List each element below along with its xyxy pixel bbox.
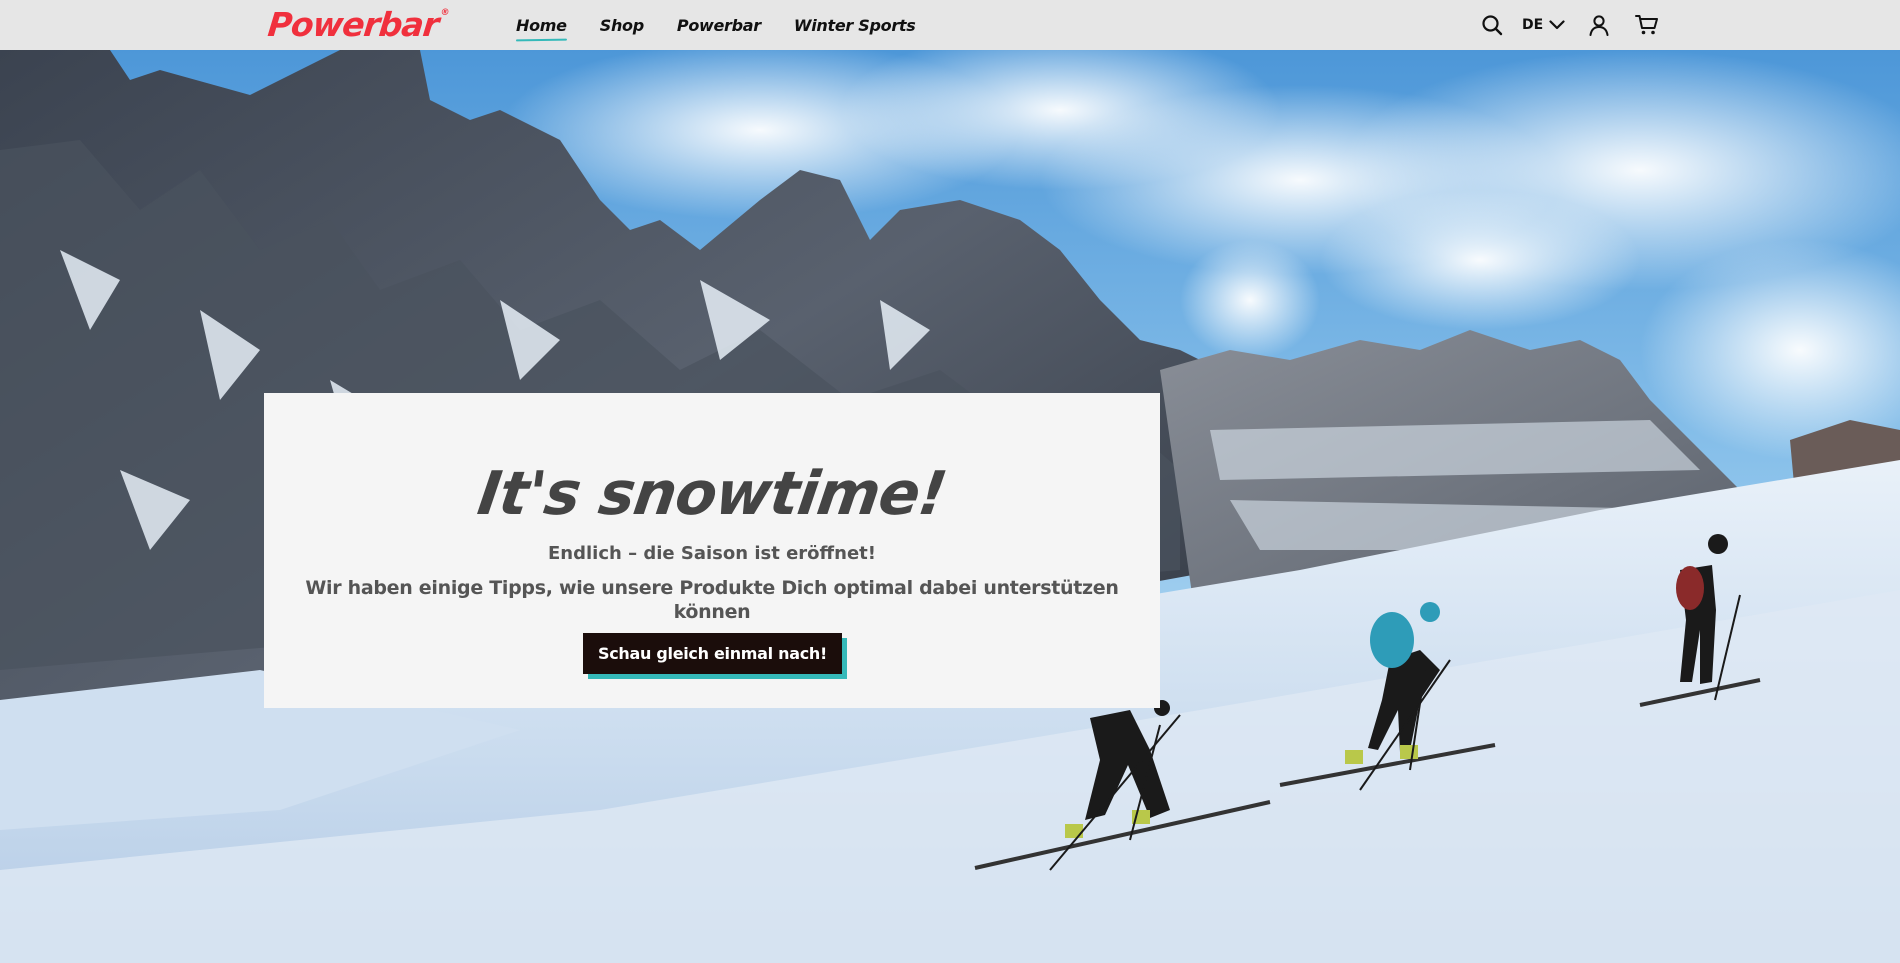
nav-item-home[interactable]: Home [516, 16, 567, 35]
nav-item-powerbar[interactable]: Powerbar [677, 16, 761, 35]
search-icon [1482, 15, 1503, 36]
powerbar-logo[interactable]: Powerbar ® [266, 5, 450, 44]
header-tools: DE [1470, 0, 1665, 50]
logo-text: Powerbar [266, 5, 441, 44]
registered-mark: ® [439, 8, 450, 18]
chevron-down-icon [1549, 20, 1565, 30]
user-icon [1589, 15, 1609, 36]
cta-wrapper: Schau gleich einmal nach! [583, 633, 851, 679]
language-label: DE [1522, 17, 1544, 33]
main-nav: Home Shop Powerbar Winter Sports [516, 0, 949, 50]
cta-button[interactable]: Schau gleich einmal nach! [583, 633, 842, 674]
hero-banner: It's snowtime! Endlich – die Saison ist … [0, 50, 1900, 963]
site-header: Powerbar ® Home Shop Powerbar Winter Spor… [0, 0, 1900, 50]
hero-description: Wir haben einige Tipps, wie unsere Produ… [305, 577, 1119, 623]
cart-icon [1635, 15, 1659, 35]
cart-button[interactable] [1629, 7, 1665, 43]
hero-subtitle: Endlich – die Saison ist eröffnet! [548, 543, 876, 564]
promo-card: It's snowtime! Endlich – die Saison ist … [264, 393, 1160, 708]
language-selector[interactable]: DE [1522, 7, 1565, 43]
account-button[interactable] [1581, 7, 1617, 43]
search-button[interactable] [1474, 7, 1510, 43]
nav-item-shop[interactable]: Shop [600, 16, 644, 35]
nav-item-winter-sports[interactable]: Winter Sports [794, 16, 916, 35]
hero-title: It's snowtime! [473, 459, 951, 529]
